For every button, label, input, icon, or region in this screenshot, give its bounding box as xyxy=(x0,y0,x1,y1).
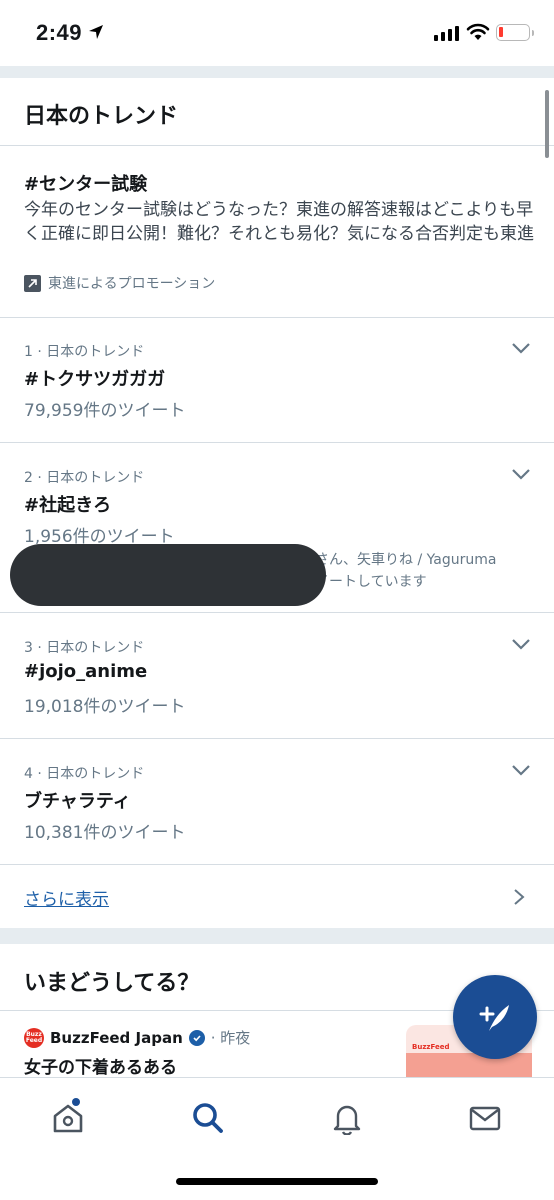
divider xyxy=(0,145,554,146)
trend-tweet-count: 10,381件のツイート xyxy=(24,823,186,843)
trends-section-title: 日本のトレンド xyxy=(24,104,179,129)
home-indicator[interactable] xyxy=(176,1178,378,1185)
trend-tweet-count: 19,018件のツイート xyxy=(24,697,186,717)
location-arrow-icon xyxy=(89,25,103,39)
tab-search[interactable] xyxy=(188,1098,228,1138)
trend-related-users: さん、矢車りね / Yaguruma イートしています xyxy=(315,549,496,593)
promoted-icon xyxy=(24,274,41,292)
chevron-down-icon[interactable] xyxy=(510,467,532,481)
new-content-dot xyxy=(72,1098,80,1106)
promoted-trend-description: 今年のセンター試験はどうなった？東進の解答速報はどこよりも早く正確に即日公開！難… xyxy=(24,200,534,244)
trend-name[interactable]: #jojo_anime xyxy=(24,661,147,682)
tab-notifications[interactable] xyxy=(327,1098,367,1138)
divider xyxy=(0,442,554,443)
show-more-link[interactable]: さらに表示 xyxy=(24,885,109,910)
chevron-down-icon[interactable] xyxy=(510,341,532,355)
promoted-by: 東進によるプロモーション xyxy=(24,273,215,293)
trend-context: 3 · 日本のトレンド xyxy=(24,640,145,656)
divider xyxy=(0,317,554,318)
whats-happening-title: いまどうしてる？ xyxy=(24,971,200,996)
status-bar: 2:49 xyxy=(0,0,554,66)
news-headline[interactable]: 女子の下着あるある xyxy=(24,1053,177,1078)
news-source[interactable]: BuzzFeed Japan xyxy=(50,1029,183,1047)
battery-icon xyxy=(496,24,534,41)
divider xyxy=(0,612,554,613)
redaction-overlay xyxy=(10,544,326,606)
status-time: 2:49 xyxy=(36,20,83,45)
scrollbar[interactable] xyxy=(545,90,549,158)
news-time: · 昨夜 xyxy=(210,1029,251,1047)
divider xyxy=(0,864,554,865)
home-icon xyxy=(53,1104,83,1133)
tab-messages[interactable] xyxy=(465,1098,505,1138)
trend-item[interactable]: 4 · 日本のトレンド ブチャラティ 10,381件のツイート xyxy=(0,763,554,853)
chevron-down-icon[interactable] xyxy=(510,763,532,777)
compose-feather-icon xyxy=(479,1005,509,1031)
search-icon xyxy=(193,1103,223,1133)
cellular-signal-icon xyxy=(434,26,459,41)
promoted-by-label: 東進によるプロモーション xyxy=(48,276,216,292)
trend-context: 4 · 日本のトレンド xyxy=(24,766,145,782)
chevron-down-icon[interactable] xyxy=(510,637,532,651)
chevron-right-icon[interactable] xyxy=(512,888,526,906)
news-meta: Buzz Feed BuzzFeed Japan · 昨夜 xyxy=(24,1027,250,1048)
trend-name[interactable]: #社起きろ xyxy=(24,491,111,517)
buzzfeed-logo: Buzz Feed xyxy=(24,1027,44,1048)
mail-icon xyxy=(469,1106,501,1131)
divider xyxy=(0,738,554,739)
compose-tweet-button[interactable] xyxy=(453,975,537,1059)
trend-context: 1 · 日本のトレンド xyxy=(24,344,145,360)
section-separator xyxy=(0,928,554,944)
tab-home[interactable] xyxy=(48,1098,88,1138)
trend-item[interactable]: 1 · 日本のトレンド #トクサツガガガ 79,959件のツイート xyxy=(0,341,554,431)
trend-tweet-count: 79,959件のツイート xyxy=(24,401,186,421)
trend-item[interactable]: 3 · 日本のトレンド #jojo_anime 19,018件のツイート xyxy=(0,637,554,727)
verified-badge-icon xyxy=(188,1029,205,1046)
section-separator xyxy=(0,66,554,78)
thumbnail-brand: BuzzFeed xyxy=(412,1043,450,1051)
promoted-trend-title[interactable]: #センター試験 xyxy=(24,170,147,196)
wifi-icon xyxy=(466,23,490,40)
bell-icon xyxy=(333,1105,361,1135)
trend-related-line: イートしています xyxy=(315,574,427,590)
trend-name[interactable]: #トクサツガガガ xyxy=(24,365,165,391)
trend-name[interactable]: ブチャラティ xyxy=(24,787,131,813)
trend-context: 2 · 日本のトレンド xyxy=(24,470,145,486)
trend-related-line: さん、矢車りね / Yaguruma xyxy=(315,552,497,568)
